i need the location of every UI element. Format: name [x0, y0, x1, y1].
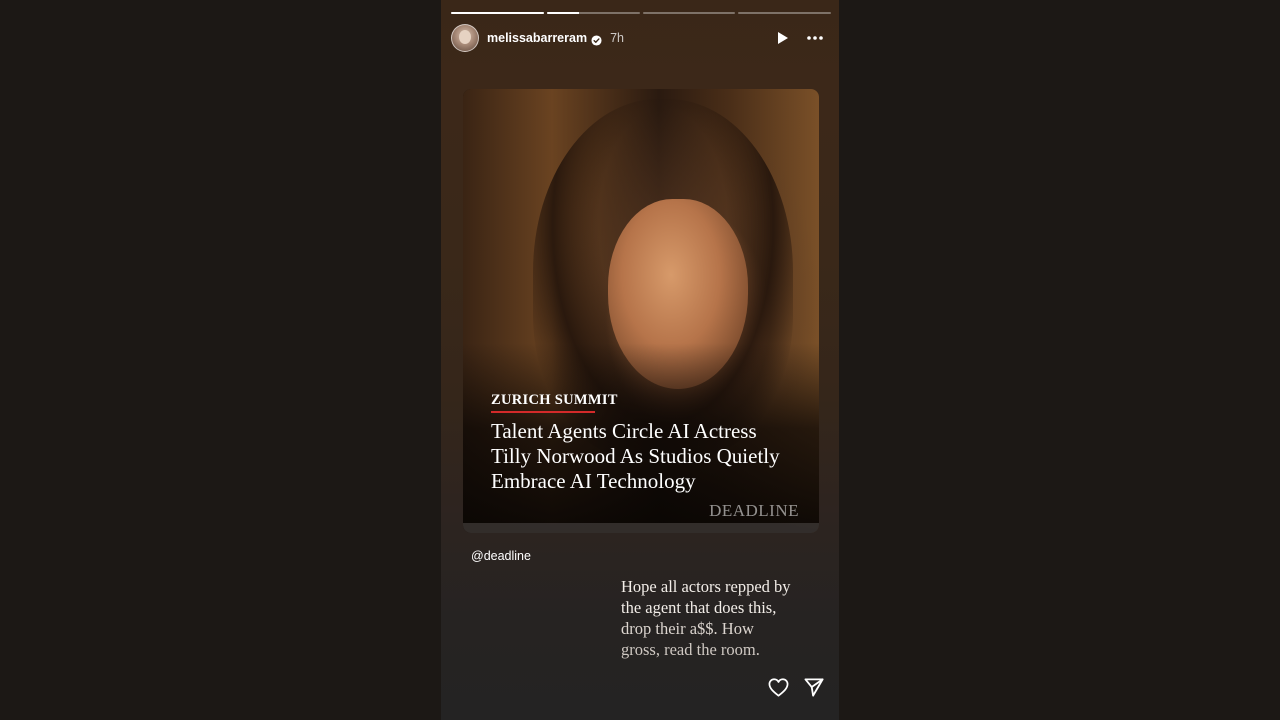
story-caption: Hope all actors repped by the agent that…	[621, 576, 831, 660]
publication-logo: DEADLINE	[709, 501, 799, 520]
progress-fill	[546, 12, 580, 14]
send-icon[interactable]	[803, 676, 825, 698]
more-options-icon[interactable]	[807, 30, 823, 46]
card-bottom-strip	[463, 523, 819, 533]
caption-line: gross, read the room.	[621, 640, 760, 659]
progress-segment	[738, 12, 831, 14]
progress-fill	[451, 12, 544, 14]
mention-tag[interactable]: @deadline	[471, 549, 531, 563]
shared-post-card[interactable]: ZURICH SUMMIT Talent Agents Circle AI Ac…	[463, 89, 819, 533]
article-kicker: ZURICH SUMMIT	[491, 392, 618, 408]
caption-line: drop their a$$. How	[621, 619, 754, 638]
post-time: 7h	[610, 31, 624, 45]
article-headline: Talent Agents Circle AI Actress Tilly No…	[491, 419, 780, 493]
story-header: melissabarreram 7h	[451, 24, 829, 52]
progress-segment	[546, 12, 640, 14]
story-viewer: melissabarreram 7h ZURICH SUMMIT Talent …	[0, 0, 1280, 720]
verified-badge-icon	[591, 33, 602, 46]
story-frame[interactable]: melissabarreram 7h ZURICH SUMMIT Talent …	[441, 0, 839, 720]
story-progress-bar	[451, 12, 831, 14]
heart-icon[interactable]	[767, 676, 789, 698]
progress-segment	[642, 12, 736, 14]
story-footer-actions	[767, 676, 825, 698]
avatar[interactable]	[451, 24, 479, 52]
caption-line: Hope all actors repped by	[621, 577, 791, 596]
kicker-underline	[491, 411, 595, 413]
play-icon[interactable]	[775, 30, 791, 46]
caption-line: the agent that does this,	[621, 598, 777, 617]
header-actions	[775, 30, 829, 46]
progress-segment	[451, 12, 544, 14]
username[interactable]: melissabarreram	[487, 31, 587, 45]
